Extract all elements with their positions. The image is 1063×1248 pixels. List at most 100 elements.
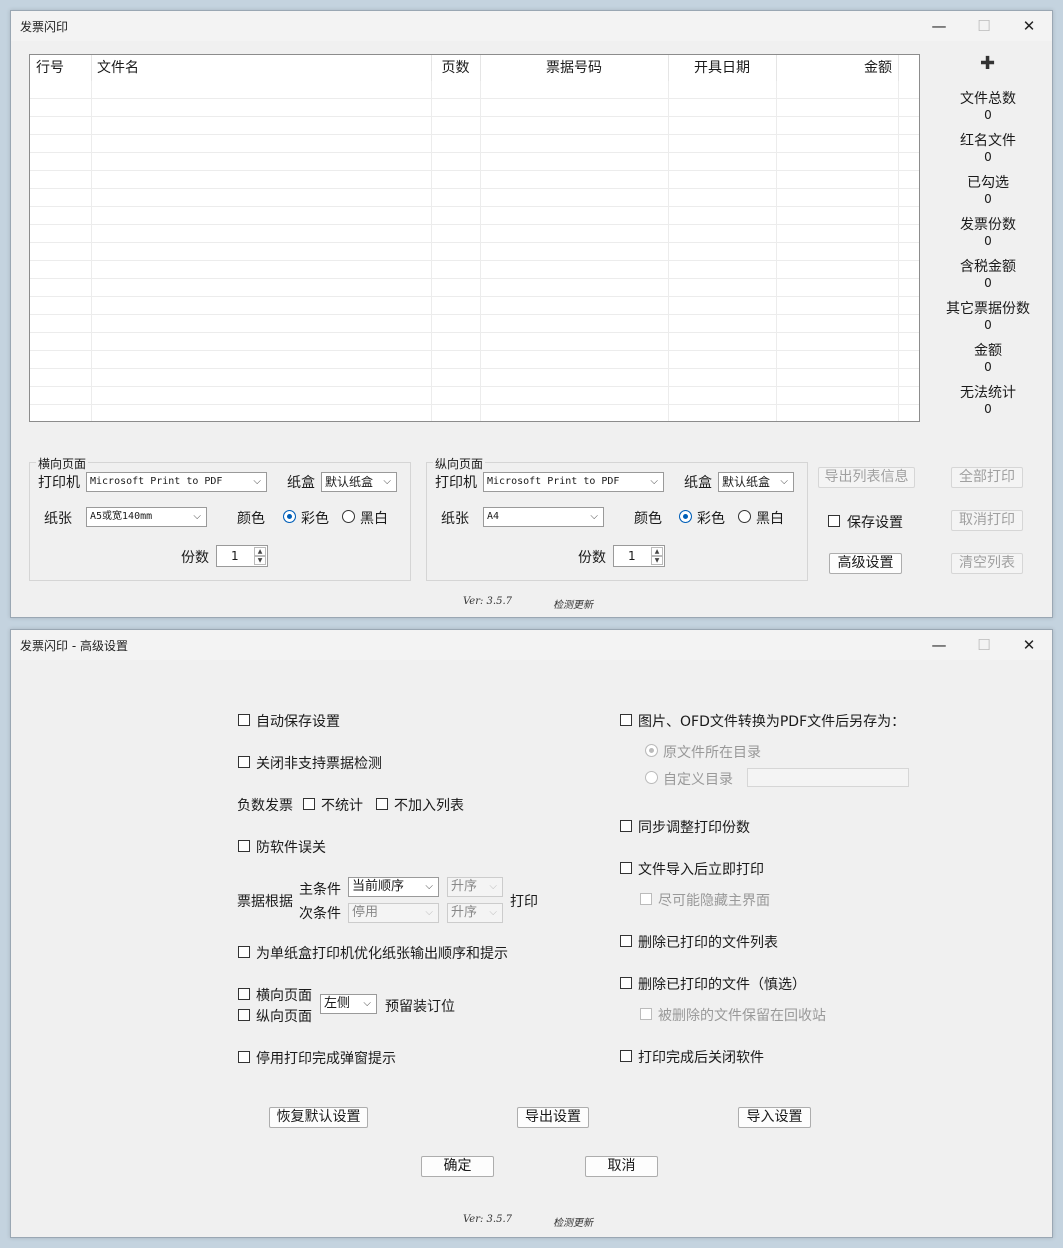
clear-list-button[interactable]: 清空列表 <box>951 553 1023 574</box>
disable-popup-label: 停用打印完成弹窗提示 <box>256 1051 396 1067</box>
maximize-button: ☐ <box>977 636 991 654</box>
portrait-group-label: 纵向页面 <box>433 455 486 472</box>
stepper-up-icon[interactable]: ▲ <box>254 547 266 556</box>
portrait-printer-select[interactable]: Microsoft Print to PDF ⌵ <box>483 472 664 492</box>
landscape-copies-stepper[interactable]: 1 ▲ ▼ <box>216 545 268 567</box>
portrait-copies-stepper[interactable]: 1 ▲ ▼ <box>613 545 665 567</box>
landscape-binding-checkbox[interactable] <box>238 988 250 1000</box>
close-unsupported-label: 关闭非支持票据检测 <box>256 756 382 772</box>
primary-order-select[interactable]: 升序 ⌵ <box>447 877 503 897</box>
delete-printed-files-checkbox[interactable] <box>620 977 632 989</box>
binding-side-select[interactable]: 左侧 ⌵ <box>320 994 377 1014</box>
landscape-tray-label: 纸盒 <box>287 475 315 491</box>
column-header-row-number[interactable]: 行号 <box>30 55 92 81</box>
portrait-tray-label: 纸盒 <box>684 475 712 491</box>
stepper-down-icon[interactable]: ▼ <box>254 556 266 565</box>
version-label: Ver: 3.5.7 <box>463 1214 512 1225</box>
secondary-condition-label: 次条件 <box>299 906 341 922</box>
print-all-button[interactable]: 全部打印 <box>951 467 1023 488</box>
stepper-down-icon[interactable]: ▼ <box>651 556 663 565</box>
orig-dir-radio[interactable] <box>645 744 658 757</box>
landscape-group-label: 横向页面 <box>36 455 89 472</box>
column-header-filename[interactable]: 文件名 <box>91 55 432 81</box>
no-list-checkbox[interactable] <box>376 798 388 810</box>
check-update-link[interactable]: 检测更新 <box>553 596 593 611</box>
disable-popup-checkbox[interactable] <box>238 1051 250 1063</box>
chevron-down-icon: ⌵ <box>489 907 497 918</box>
landscape-tray-select[interactable]: 默认纸盒 ⌵ <box>321 472 397 492</box>
print-label: 打印 <box>510 894 538 910</box>
auto-save-checkbox[interactable] <box>238 714 250 726</box>
landscape-bw-radio[interactable] <box>342 510 355 523</box>
primary-condition-label: 主条件 <box>299 882 341 898</box>
chevron-down-icon: ⌵ <box>650 476 658 487</box>
custom-dir-label: 自定义目录 <box>663 772 733 788</box>
portrait-paper-select[interactable]: A4 ⌵ <box>483 507 604 527</box>
check-update-link[interactable]: 检测更新 <box>553 1214 593 1229</box>
stat-uncountable: 无法统计 0 <box>960 385 1016 416</box>
stepper-up-icon[interactable]: ▲ <box>651 547 663 556</box>
close-button[interactable]: ✕ <box>1006 630 1052 660</box>
sort-by-label: 票据根据 <box>237 894 293 910</box>
landscape-copies-label: 份数 <box>181 550 209 566</box>
cancel-button[interactable]: 取消 <box>585 1156 658 1177</box>
column-header-issue-date[interactable]: 开具日期 <box>668 55 777 81</box>
portrait-binding-checkbox[interactable] <box>238 1009 250 1021</box>
close-after-print-label: 打印完成后关闭软件 <box>638 1050 764 1066</box>
export-list-info-button[interactable]: 导出列表信息 <box>818 467 915 488</box>
close-unsupported-checkbox[interactable] <box>238 756 250 768</box>
restore-default-button[interactable]: 恢复默认设置 <box>269 1107 368 1128</box>
secondary-order-select[interactable]: 升序 ⌵ <box>447 903 503 923</box>
stat-total-files: 文件总数 0 <box>960 91 1016 122</box>
orig-dir-label: 原文件所在目录 <box>663 745 761 761</box>
hide-main-checkbox[interactable] <box>640 893 652 905</box>
import-settings-button[interactable]: 导入设置 <box>738 1107 811 1128</box>
delete-printed-list-label: 删除已打印的文件列表 <box>638 935 778 951</box>
landscape-paper-select[interactable]: A5或宽140mm ⌵ <box>86 507 207 527</box>
column-header-invoice-number[interactable]: 票据号码 <box>480 55 669 81</box>
main-window-title: 发票闪印 <box>20 20 69 34</box>
no-stat-checkbox[interactable] <box>303 798 315 810</box>
print-on-import-checkbox[interactable] <box>620 862 632 874</box>
primary-condition-select[interactable]: 当前顺序 ⌵ <box>348 877 439 897</box>
close-button[interactable]: ✕ <box>1006 11 1052 41</box>
landscape-color-option: 彩色 <box>301 511 329 527</box>
advanced-window-title: 发票闪印 - 高级设置 <box>20 639 128 653</box>
ok-button[interactable]: 确定 <box>421 1156 494 1177</box>
landscape-binding-label: 横向页面 <box>256 988 312 1004</box>
save-settings-checkbox[interactable] <box>828 515 840 527</box>
single-tray-label: 为单纸盒打印机优化纸张输出顺序和提示 <box>256 946 508 962</box>
custom-dir-input[interactable] <box>747 768 909 787</box>
file-list[interactable]: 行号 文件名 页数 票据号码 开具日期 金额 <box>29 54 920 422</box>
custom-dir-radio[interactable] <box>645 771 658 784</box>
portrait-tray-select[interactable]: 默认纸盒 ⌵ <box>718 472 794 492</box>
keep-recycle-label: 被删除的文件保留在回收站 <box>658 1008 826 1024</box>
chevron-down-icon: ⌵ <box>363 998 371 1009</box>
landscape-bw-option: 黑白 <box>360 511 388 527</box>
landscape-printer-select[interactable]: Microsoft Print to PDF ⌵ <box>86 472 267 492</box>
minimize-button[interactable]: — <box>916 11 962 41</box>
portrait-binding-label: 纵向页面 <box>256 1009 312 1025</box>
portrait-copies-label: 份数 <box>578 550 606 566</box>
portrait-bw-radio[interactable] <box>738 510 751 523</box>
stat-red-files: 红名文件 0 <box>960 133 1016 164</box>
portrait-color-radio[interactable] <box>679 510 692 523</box>
plus-icon[interactable]: ✚ <box>980 53 995 74</box>
cancel-print-button[interactable]: 取消打印 <box>951 510 1023 531</box>
export-settings-button[interactable]: 导出设置 <box>517 1107 589 1128</box>
chevron-down-icon: ⌵ <box>489 881 497 892</box>
minimize-button[interactable]: — <box>916 630 962 660</box>
secondary-condition-select[interactable]: 停用 ⌵ <box>348 903 439 923</box>
chevron-down-icon: ⌵ <box>193 511 201 522</box>
keep-recycle-checkbox[interactable] <box>640 1008 652 1020</box>
convert-save-checkbox[interactable] <box>620 714 632 726</box>
landscape-color-radio[interactable] <box>283 510 296 523</box>
column-header-amount[interactable]: 金额 <box>776 55 899 81</box>
advanced-settings-button[interactable]: 高级设置 <box>829 553 902 574</box>
delete-printed-list-checkbox[interactable] <box>620 935 632 947</box>
column-header-pages[interactable]: 页数 <box>431 55 481 81</box>
sync-copies-checkbox[interactable] <box>620 820 632 832</box>
single-tray-checkbox[interactable] <box>238 946 250 958</box>
anti-close-checkbox[interactable] <box>238 840 250 852</box>
close-after-print-checkbox[interactable] <box>620 1050 632 1062</box>
